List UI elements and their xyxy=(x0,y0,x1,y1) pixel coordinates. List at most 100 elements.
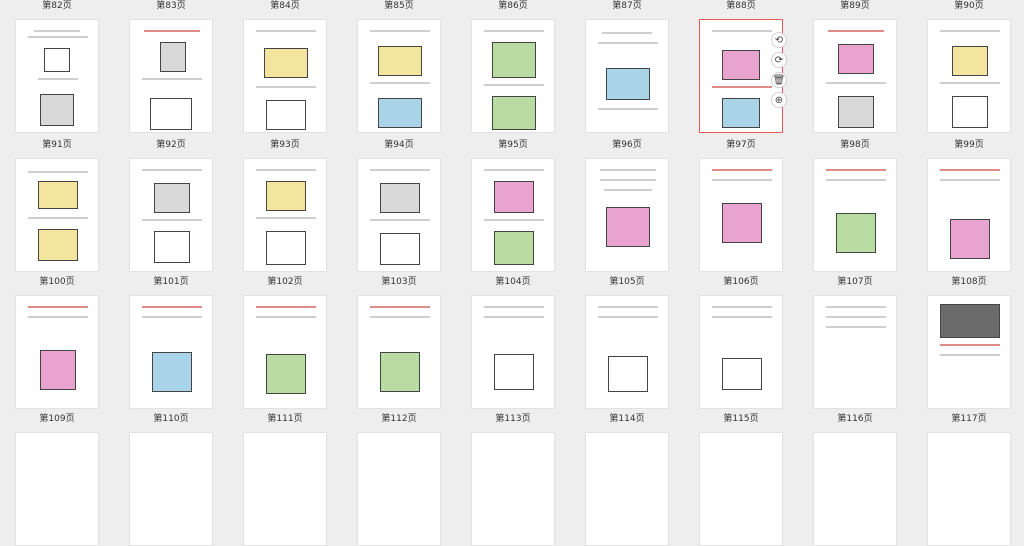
page-thumbnail[interactable] xyxy=(15,432,99,546)
page-label[interactable]: 第90页 xyxy=(912,1,1024,11)
page-label[interactable]: 第89页 xyxy=(798,1,912,11)
page-label[interactable]: 第103页 xyxy=(342,277,456,287)
page-thumbnail[interactable] xyxy=(813,432,897,546)
page-thumbnail[interactable] xyxy=(129,19,213,133)
zoom-icon[interactable]: ⊕ xyxy=(771,92,787,108)
page-thumbnail[interactable] xyxy=(471,19,555,133)
page-thumbnail[interactable] xyxy=(15,19,99,133)
page-thumbnail[interactable] xyxy=(357,158,441,272)
page-label[interactable]: 第100页 xyxy=(0,277,114,287)
text-line xyxy=(28,171,88,173)
floor-plan xyxy=(266,231,306,265)
text-line xyxy=(598,316,658,318)
page-thumbnail[interactable] xyxy=(129,158,213,272)
text-line xyxy=(712,86,772,88)
page-label[interactable]: 第106页 xyxy=(684,277,798,287)
page-label[interactable]: 第98页 xyxy=(798,140,912,150)
page-label[interactable]: 第108页 xyxy=(912,277,1024,287)
page-label[interactable]: 第110页 xyxy=(114,414,228,424)
page-label[interactable]: 第112页 xyxy=(342,414,456,424)
page-thumbnail[interactable] xyxy=(927,432,1011,546)
room-illustration xyxy=(378,98,422,128)
page-label[interactable]: 第92页 xyxy=(114,140,228,150)
room-illustration xyxy=(722,50,760,80)
house-illustration xyxy=(494,354,534,390)
text-line xyxy=(604,189,652,191)
page-thumbnail[interactable] xyxy=(15,295,99,409)
page-thumbnail[interactable] xyxy=(15,158,99,272)
page-label[interactable]: 第107页 xyxy=(798,277,912,287)
rotate-left-icon[interactable]: ⟲ xyxy=(771,32,787,48)
floor-plan xyxy=(950,219,990,259)
text-line xyxy=(38,78,78,80)
page-thumbnail[interactable] xyxy=(357,432,441,546)
page-thumbnail[interactable] xyxy=(927,158,1011,272)
page-thumbnail[interactable] xyxy=(243,19,327,133)
text-line xyxy=(256,217,316,219)
text-line xyxy=(370,306,430,308)
page-label[interactable]: 第105页 xyxy=(570,277,684,287)
floor-plan xyxy=(722,203,762,243)
page-label[interactable]: 第85页 xyxy=(342,1,456,11)
page-label[interactable]: 第109页 xyxy=(0,414,114,424)
page-label[interactable]: 第83页 xyxy=(114,1,228,11)
page-thumbnail[interactable] xyxy=(927,295,1011,409)
page-thumbnail[interactable] xyxy=(585,158,669,272)
page-thumbnail[interactable] xyxy=(471,432,555,546)
page-label[interactable]: 第95页 xyxy=(456,140,570,150)
floor-plan xyxy=(154,231,190,263)
page-thumbnail[interactable] xyxy=(357,295,441,409)
page-thumbnail[interactable] xyxy=(357,19,441,133)
page-thumbnail[interactable] xyxy=(129,432,213,546)
page-label[interactable]: 第115页 xyxy=(684,414,798,424)
floor-plan xyxy=(266,100,306,130)
page-thumbnail[interactable] xyxy=(699,158,783,272)
page-label[interactable]: 第84页 xyxy=(228,1,342,11)
page-label[interactable]: 第86页 xyxy=(456,1,570,11)
page-label[interactable]: 第87页 xyxy=(570,1,684,11)
page-thumbnail[interactable] xyxy=(585,19,669,133)
page-label[interactable]: 第94页 xyxy=(342,140,456,150)
page-label[interactable]: 第114页 xyxy=(570,414,684,424)
text-line xyxy=(940,344,1000,346)
page-label[interactable]: 第93页 xyxy=(228,140,342,150)
page-thumbnail[interactable] xyxy=(243,295,327,409)
page-label[interactable]: 第96页 xyxy=(570,140,684,150)
page-label[interactable]: 第104页 xyxy=(456,277,570,287)
rotate-right-icon[interactable]: ⟳ xyxy=(771,52,787,68)
trash-icon[interactable]: 🗑 xyxy=(771,72,787,88)
text-line xyxy=(940,354,1000,356)
text-line xyxy=(256,306,316,308)
page-label[interactable]: 第91页 xyxy=(0,140,114,150)
page-label[interactable]: 第97页 xyxy=(684,140,798,150)
page-thumbnail[interactable] xyxy=(243,432,327,546)
page-thumbnail[interactable] xyxy=(813,158,897,272)
page-thumbnail[interactable] xyxy=(927,19,1011,133)
page-thumbnail[interactable] xyxy=(699,432,783,546)
page-label[interactable]: 第82页 xyxy=(0,1,114,11)
text-line xyxy=(256,169,316,171)
text-line xyxy=(940,30,1000,32)
page-label[interactable]: 第117页 xyxy=(912,414,1024,424)
page-label[interactable]: 第99页 xyxy=(912,140,1024,150)
room-illustration xyxy=(38,181,78,209)
page-thumbnail[interactable] xyxy=(585,295,669,409)
page-thumbnail[interactable] xyxy=(129,295,213,409)
page-thumbnail[interactable] xyxy=(243,158,327,272)
page-thumbnail[interactable] xyxy=(471,158,555,272)
page-label[interactable]: 第88页 xyxy=(684,1,798,11)
house-illustration xyxy=(722,358,762,390)
page-thumbnail[interactable] xyxy=(813,295,897,409)
text-line xyxy=(142,219,202,221)
page-thumbnail[interactable] xyxy=(813,19,897,133)
page-thumbnail[interactable] xyxy=(699,295,783,409)
page-label[interactable]: 第101页 xyxy=(114,277,228,287)
photo xyxy=(940,304,1000,338)
page-label[interactable]: 第116页 xyxy=(798,414,912,424)
text-line xyxy=(28,36,88,38)
page-label[interactable]: 第113页 xyxy=(456,414,570,424)
page-label[interactable]: 第102页 xyxy=(228,277,342,287)
page-thumbnail[interactable] xyxy=(471,295,555,409)
page-label[interactable]: 第111页 xyxy=(228,414,342,424)
page-thumbnail[interactable] xyxy=(585,432,669,546)
